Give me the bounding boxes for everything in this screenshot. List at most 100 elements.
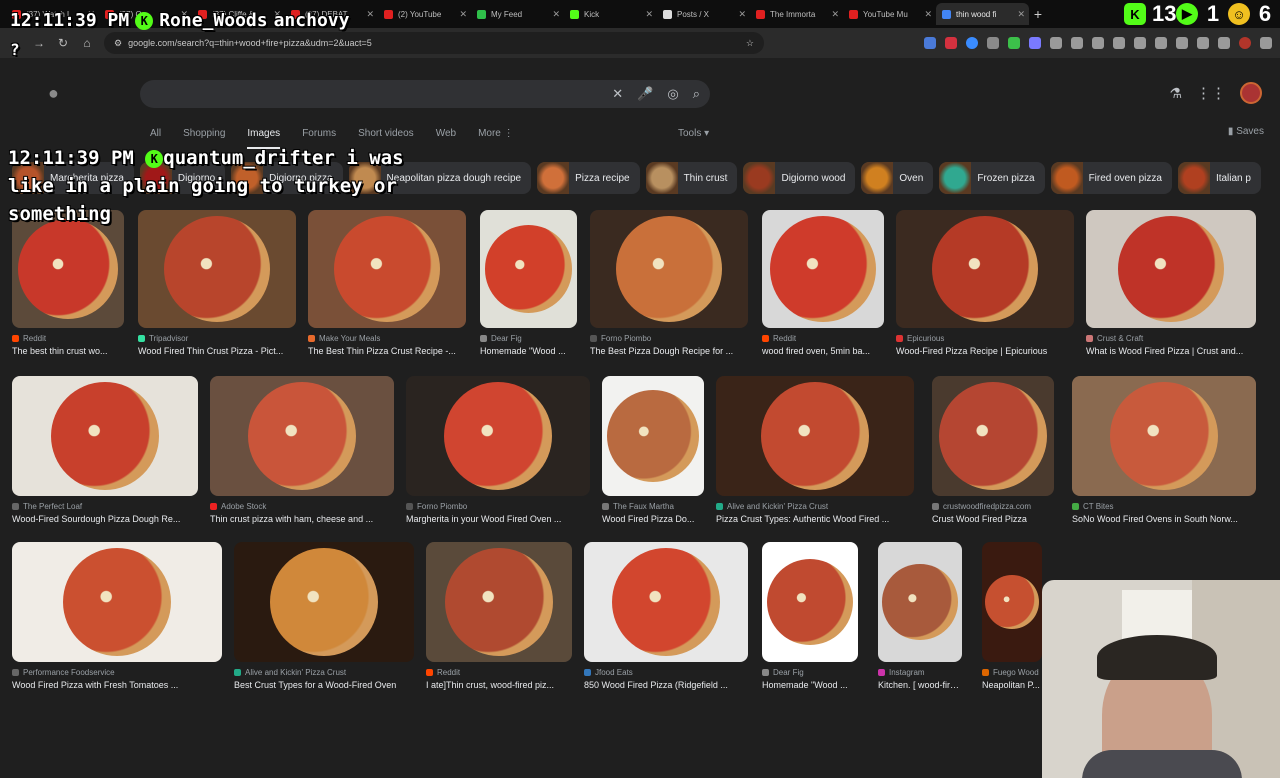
image-result-card[interactable]: Forno Piombo Margherita in your Wood Fire…	[406, 376, 590, 524]
image-result-card[interactable]: Forno Piombo The Best Pizza Dough Recipe …	[590, 210, 748, 356]
image-result-card[interactable]: Reddit I ate]Thin crust, wood-fired piz..…	[426, 542, 572, 690]
result-source[interactable]: Tripadvisor	[138, 334, 296, 343]
result-caption[interactable]: Wood Fired Thin Crust Pizza - Pict...	[138, 346, 296, 356]
browser-tab[interactable]: YouTube Mu ✕	[843, 3, 936, 25]
result-thumbnail[interactable]	[762, 542, 858, 662]
image-result-card[interactable]: Jfood Eats 850 Wood Fired Pizza (Ridgefie…	[584, 542, 748, 690]
image-result-card[interactable]: crustwoodfiredpizza.com Crust Wood Fired …	[932, 376, 1054, 524]
result-source[interactable]: Dear Fig	[480, 334, 577, 343]
image-result-card[interactable]: Adobe Stock Thin crust pizza with ham, ch…	[210, 376, 394, 524]
downloads-icon[interactable]	[1134, 37, 1146, 49]
result-source[interactable]: Reddit	[12, 334, 124, 343]
extension-icon[interactable]	[1008, 37, 1020, 49]
result-thumbnail[interactable]	[878, 542, 962, 662]
related-search-chip[interactable]: Thin crust	[645, 162, 738, 194]
close-tab-icon[interactable]: ✕	[552, 9, 560, 20]
result-caption[interactable]: Wood Fired Pizza with Fresh Tomatoes ...	[12, 680, 222, 690]
image-result-card[interactable]: The Perfect Loaf Wood-Fired Sourdough Piz…	[12, 376, 198, 524]
result-caption[interactable]: What is Wood Fired Pizza | Crust and...	[1086, 346, 1256, 356]
address-bar[interactable]: ⚙ google.com/search?q=thin+wood+fire+piz…	[104, 32, 764, 54]
result-thumbnail[interactable]	[896, 210, 1074, 328]
result-thumbnail[interactable]	[932, 376, 1054, 496]
tab-more[interactable]: More ⋮	[478, 128, 514, 149]
related-search-chip[interactable]: Digiorno wood	[743, 162, 856, 194]
reload-icon[interactable]: ↻	[56, 36, 70, 50]
bookmark-star-icon[interactable]: ☆	[746, 38, 754, 49]
split-view-icon[interactable]	[1218, 37, 1230, 49]
close-tab-icon[interactable]: ✕	[1017, 9, 1025, 20]
account-avatar[interactable]	[1240, 82, 1262, 104]
extension-icon[interactable]	[924, 37, 936, 49]
result-source[interactable]: Dear Fig	[762, 668, 858, 677]
result-source[interactable]: Jfood Eats	[584, 668, 748, 677]
result-thumbnail[interactable]	[12, 542, 222, 662]
result-source[interactable]: Performance Foodservice	[12, 668, 222, 677]
voice-search-icon[interactable]: 🎤	[637, 86, 653, 102]
related-search-chip[interactable]: Fired oven pizza	[1050, 162, 1172, 194]
result-source[interactable]: Crust & Craft	[1086, 334, 1256, 343]
result-thumbnail[interactable]	[1072, 376, 1256, 496]
result-caption[interactable]: I ate]Thin crust, wood-fired piz...	[426, 680, 572, 690]
result-caption[interactable]: 850 Wood Fired Pizza (Ridgefield ...	[584, 680, 748, 690]
result-thumbnail[interactable]	[602, 376, 704, 496]
result-thumbnail[interactable]	[12, 376, 198, 496]
result-source[interactable]: Forno Piombo	[406, 502, 590, 511]
search-icon[interactable]: ⌕	[693, 86, 700, 102]
result-source[interactable]: Alive and Kickin' Pizza Crust	[716, 502, 914, 511]
result-caption[interactable]: The Best Thin Pizza Crust Recipe -...	[308, 346, 466, 356]
search-box[interactable]: ✕ 🎤 ◎ ⌕	[140, 80, 710, 108]
result-caption[interactable]: Neapolitan P...	[982, 680, 1042, 690]
close-tab-icon[interactable]: ✕	[366, 9, 374, 20]
home-icon[interactable]: ⌂	[80, 36, 94, 50]
labs-flask-icon[interactable]: ⚗	[1169, 85, 1182, 102]
result-thumbnail[interactable]	[982, 542, 1042, 662]
image-result-card[interactable]: Alive and Kickin' Pizza Crust Best Crust …	[234, 542, 414, 690]
puzzle-icon[interactable]	[1092, 37, 1104, 49]
result-caption[interactable]: Wood Fired Pizza Do...	[602, 514, 704, 524]
result-caption[interactable]: SoNo Wood Fired Ovens in South Norw...	[1072, 514, 1256, 524]
result-source[interactable]: Epicurious	[896, 334, 1074, 343]
browser-tab[interactable]: Kick ✕	[564, 3, 657, 25]
close-tab-icon[interactable]: ✕	[831, 9, 839, 20]
result-caption[interactable]: Crust Wood Fired Pizza	[932, 514, 1054, 524]
image-result-card[interactable]: Dear Fig Homemade "Wood ...	[480, 210, 577, 356]
close-tab-icon[interactable]: ✕	[645, 9, 653, 20]
result-source[interactable]: Reddit	[762, 334, 884, 343]
image-result-card[interactable]: Crust & Craft What is Wood Fired Pizza | …	[1086, 210, 1256, 356]
close-tab-icon[interactable]: ✕	[738, 9, 746, 20]
browser-tab[interactable]: The Immorta ✕	[750, 3, 843, 25]
image-result-card[interactable]: Reddit wood fired oven, 5min ba...	[762, 210, 884, 356]
result-thumbnail[interactable]	[1086, 210, 1256, 328]
extension-icon[interactable]	[1029, 37, 1041, 49]
result-thumbnail[interactable]	[762, 210, 884, 328]
result-caption[interactable]: Thin crust pizza with ham, cheese and ..…	[210, 514, 394, 524]
extension-icon[interactable]	[945, 37, 957, 49]
result-caption[interactable]: Wood-Fired Pizza Recipe | Epicurious	[896, 346, 1074, 356]
result-caption[interactable]: wood fired oven, 5min ba...	[762, 346, 884, 356]
profile-avatar[interactable]	[1239, 37, 1251, 49]
devtools-icon[interactable]	[1155, 37, 1167, 49]
tools-menu[interactable]: Tools ▾	[678, 128, 709, 139]
result-source[interactable]: CT Bites	[1072, 502, 1256, 511]
result-caption[interactable]: The Best Pizza Dough Recipe for ...	[590, 346, 748, 356]
result-thumbnail[interactable]	[234, 542, 414, 662]
related-search-chip[interactable]: Frozen pizza	[939, 162, 1045, 194]
sidebar-icon[interactable]	[1176, 37, 1188, 49]
result-caption[interactable]: Kitchen. [ wood-fire...	[878, 680, 962, 690]
result-source[interactable]: The Faux Martha	[602, 502, 704, 511]
clear-search-icon[interactable]: ✕	[612, 86, 623, 102]
browser-tab[interactable]: (2) YouTube ✕	[378, 3, 471, 25]
result-caption[interactable]: Best Crust Types for a Wood-Fired Oven	[234, 680, 414, 690]
related-search-chip[interactable]: Italian p	[1177, 162, 1261, 194]
result-caption[interactable]: Homemade "Wood ...	[480, 346, 577, 356]
image-result-card[interactable]: Epicurious Wood-Fired Pizza Recipe | Epic…	[896, 210, 1074, 356]
extension-icon[interactable]	[966, 37, 978, 49]
result-source[interactable]: Fuego Wood	[982, 668, 1042, 677]
result-source[interactable]: Make Your Meals	[308, 334, 466, 343]
browser-tab[interactable]: Posts / X ✕	[657, 3, 750, 25]
result-caption[interactable]: Pizza Crust Types: Authentic Wood Fired …	[716, 514, 914, 524]
image-result-card[interactable]: Alive and Kickin' Pizza Crust Pizza Crust…	[716, 376, 914, 524]
image-result-card[interactable]: The Faux Martha Wood Fired Pizza Do...	[602, 376, 704, 524]
lens-search-icon[interactable]: ◎	[667, 86, 678, 102]
result-source[interactable]: Reddit	[426, 668, 572, 677]
